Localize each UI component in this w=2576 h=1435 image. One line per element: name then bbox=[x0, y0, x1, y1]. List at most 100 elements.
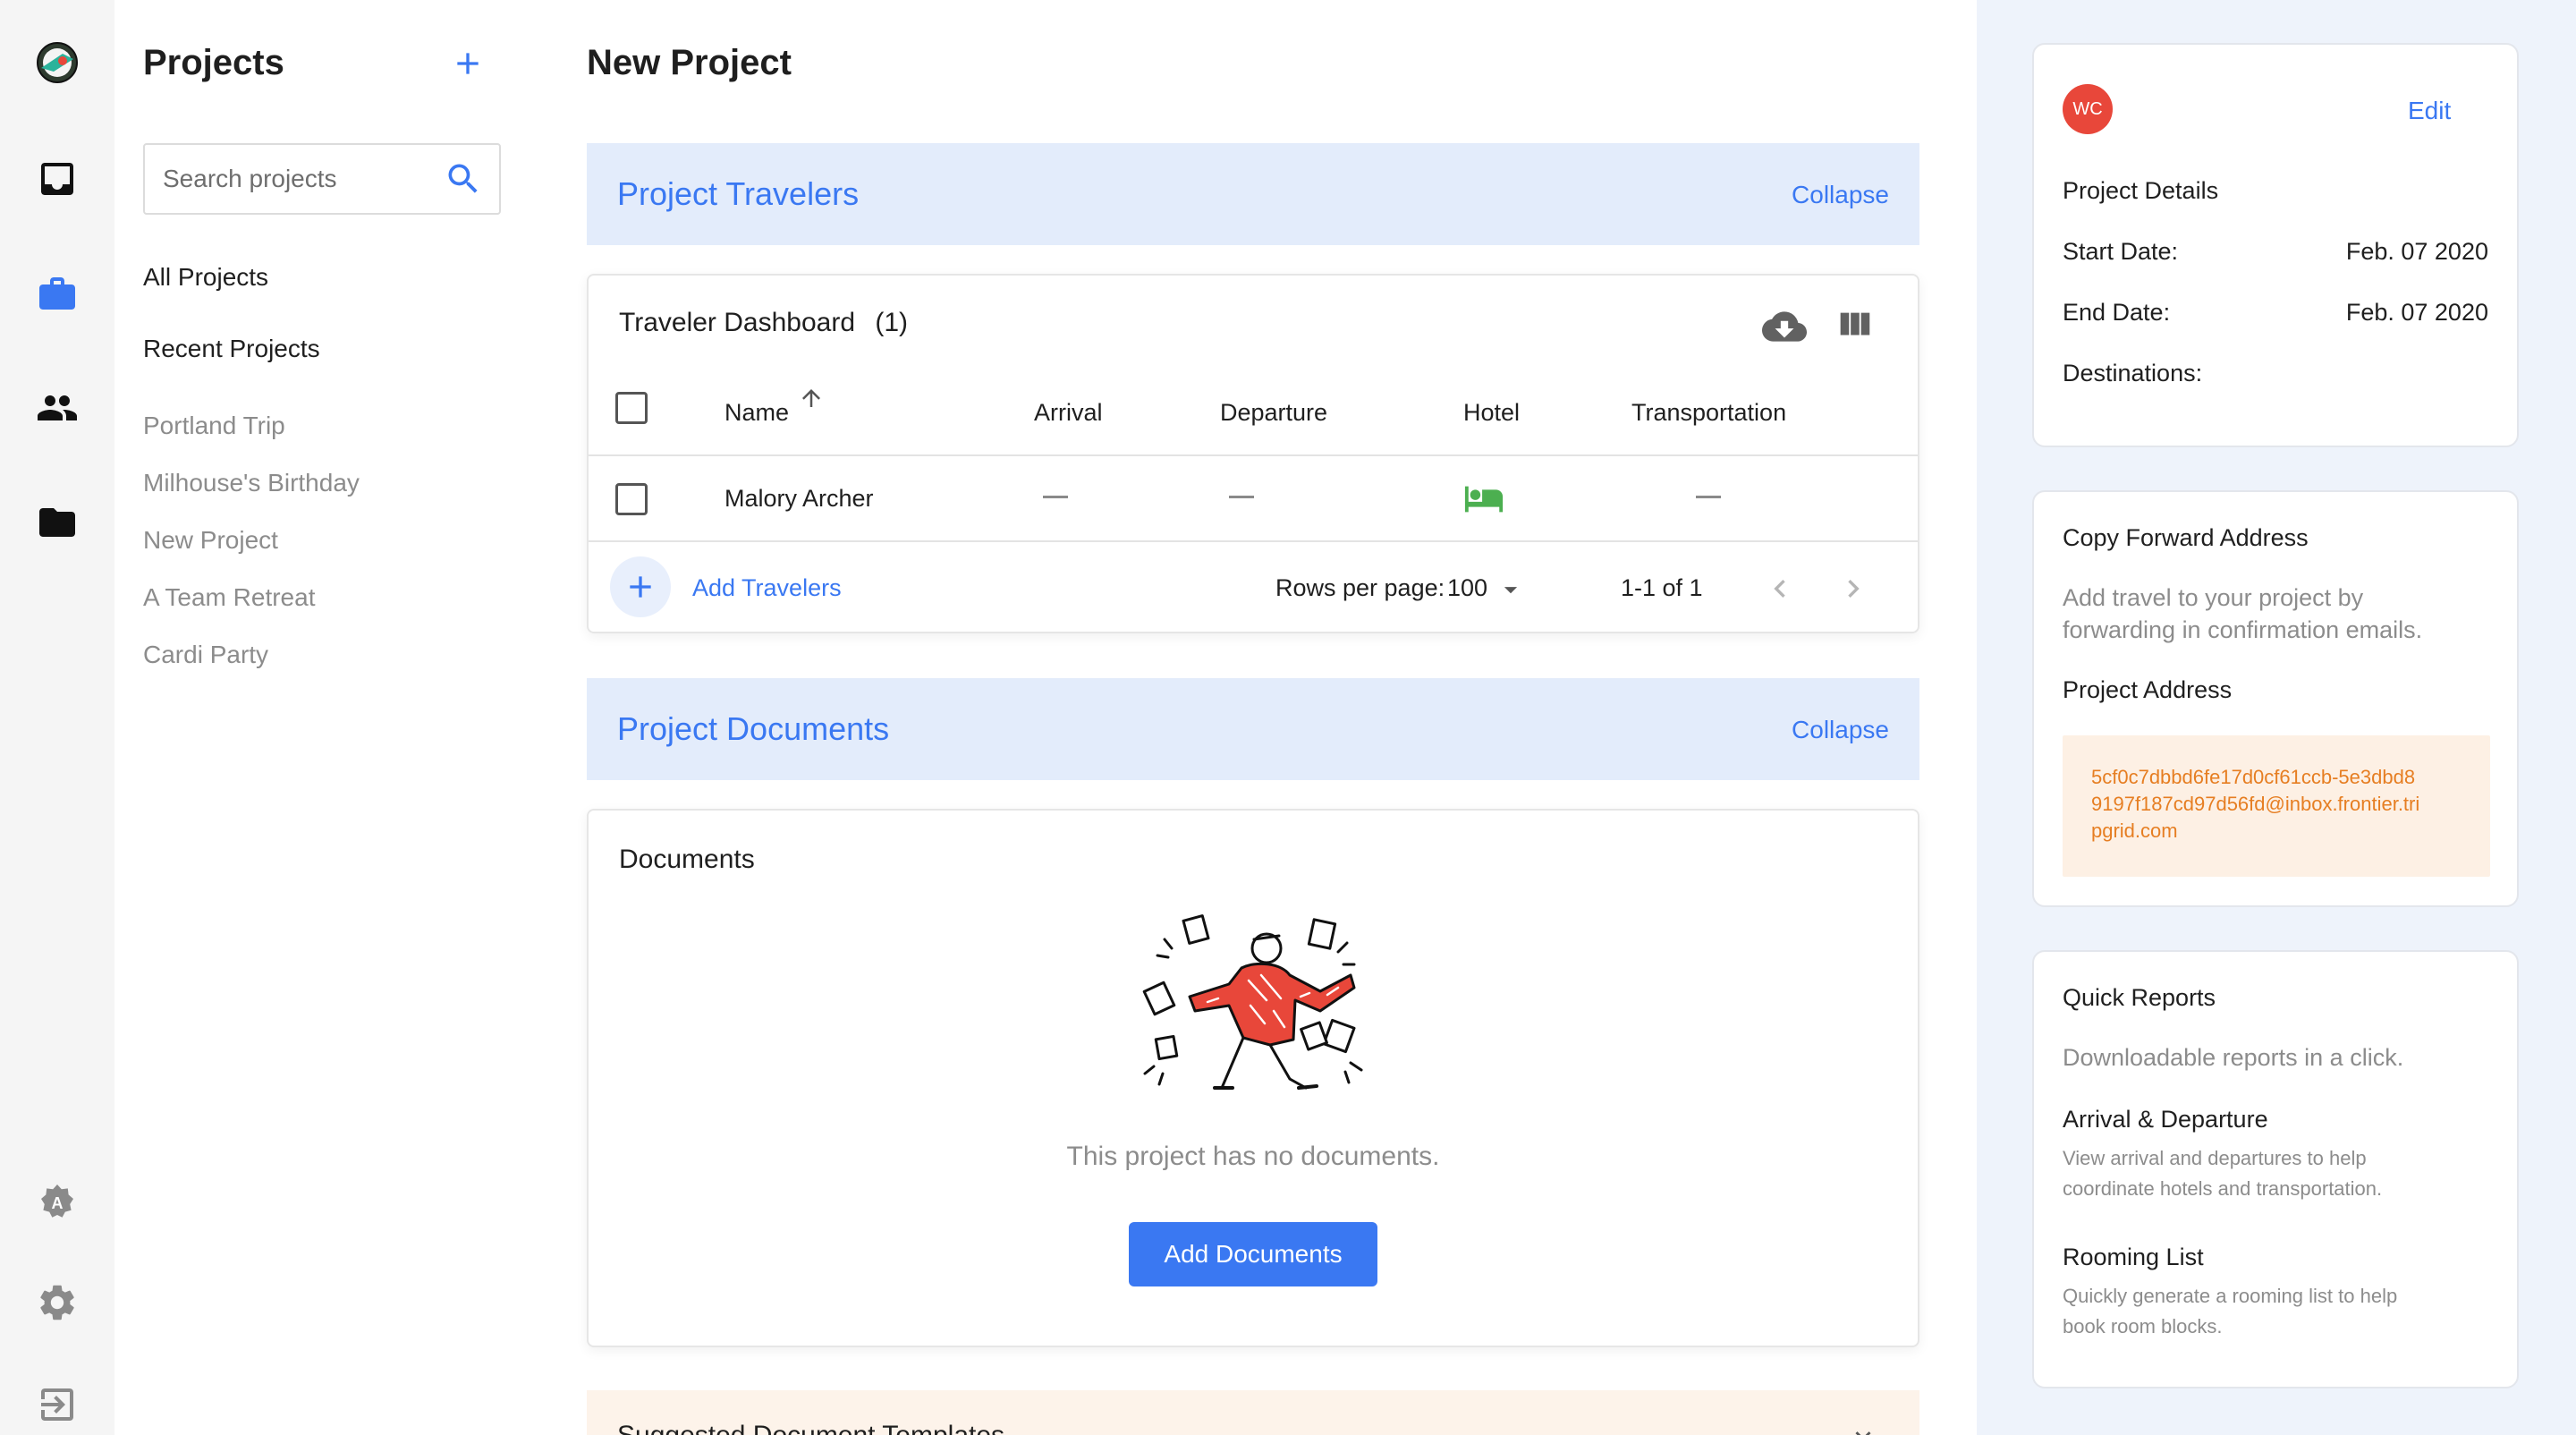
add-travelers-link[interactable]: Add Travelers bbox=[692, 574, 842, 602]
sidebar-item-all-projects[interactable]: All Projects bbox=[143, 263, 268, 292]
report-description-line: View arrival and departures to help bbox=[2063, 1147, 2367, 1169]
inbox-icon[interactable] bbox=[30, 152, 84, 206]
folder-icon[interactable] bbox=[30, 496, 84, 549]
address-line: 5cf0c7dbbd6fe17d0cf61ccb-5e3dbd8 bbox=[2091, 766, 2416, 788]
recent-project-item[interactable]: Portland Trip bbox=[143, 412, 285, 440]
icon-rail: A bbox=[0, 0, 114, 1435]
forward-address-card: Copy Forward Address Add travel to your … bbox=[2032, 490, 2519, 907]
section-title: Project Travelers bbox=[617, 175, 860, 212]
collapse-documents-button[interactable]: Collapse bbox=[1792, 716, 1889, 744]
table-row[interactable]: Malory Archer bbox=[589, 456, 1918, 540]
recent-project-item[interactable]: Milhouse's Birthday bbox=[143, 469, 360, 497]
end-date-label: End Date: bbox=[2063, 299, 2171, 326]
column-header-arrival[interactable]: Arrival bbox=[1034, 399, 1103, 427]
sort-arrow-up-icon[interactable] bbox=[798, 385, 825, 412]
traveler-count: (1) bbox=[875, 308, 909, 337]
departure-empty-dash bbox=[1229, 496, 1254, 498]
recent-project-item[interactable]: A Team Retreat bbox=[143, 583, 315, 612]
quick-reports-heading: Quick Reports bbox=[2063, 984, 2216, 1011]
project-address-box[interactable]: 5cf0c7dbbd6fe17d0cf61ccb-5e3dbd8 9197f18… bbox=[2063, 735, 2490, 877]
expand-icon[interactable] bbox=[1848, 1421, 1878, 1435]
column-header-departure[interactable]: Departure bbox=[1220, 399, 1327, 427]
report-description-line: Quickly generate a rooming list to help bbox=[2063, 1285, 2398, 1307]
plus-icon bbox=[457, 53, 479, 74]
main-content: New Project Project Travelers Collapse T… bbox=[530, 0, 1977, 1435]
address-line: 9197f187cd97d56fd@inbox.frontier.tri bbox=[2091, 793, 2420, 815]
address-line: pgrid.com bbox=[2091, 819, 2178, 842]
report-description-line: book room blocks. bbox=[2063, 1315, 2223, 1337]
traveler-name[interactable]: Malory Archer bbox=[724, 485, 874, 513]
avatar[interactable]: WC bbox=[2063, 84, 2113, 134]
briefcase-icon[interactable] bbox=[30, 267, 84, 320]
chevron-right-icon[interactable] bbox=[1835, 571, 1871, 611]
add-documents-button[interactable]: Add Documents bbox=[1129, 1222, 1377, 1286]
arrival-empty-dash bbox=[1043, 496, 1068, 498]
quick-reports-description: Downloadable reports in a click. bbox=[2063, 1044, 2404, 1071]
report-title[interactable]: Arrival & Departure bbox=[2063, 1106, 2268, 1134]
gear-icon[interactable] bbox=[30, 1276, 84, 1329]
report-description-line: coordinate hotels and transportation. bbox=[2063, 1177, 2383, 1200]
sidebar-title: Projects bbox=[143, 43, 284, 82]
empty-documents-text: This project has no documents. bbox=[1066, 1142, 1440, 1171]
projects-sidebar: Projects All Projects Recent Projects Po… bbox=[114, 0, 530, 1435]
bed-icon[interactable] bbox=[1462, 478, 1506, 523]
right-panel: WC Edit Project Details Start Date: Feb.… bbox=[1977, 0, 2576, 1435]
project-documents-section: Project Documents Collapse bbox=[587, 678, 1919, 780]
logout-icon[interactable] bbox=[30, 1378, 84, 1431]
forward-description-line: Add travel to your project by bbox=[2063, 584, 2364, 611]
logo-icon[interactable] bbox=[30, 36, 84, 89]
column-header-transportation[interactable]: Transportation bbox=[1631, 399, 1786, 427]
add-project-button[interactable] bbox=[445, 41, 490, 86]
project-details-card: WC Edit Project Details Start Date: Feb.… bbox=[2032, 43, 2519, 447]
pagination-range: 1-1 of 1 bbox=[1621, 574, 1703, 601]
section-title: Suggested Document Templates bbox=[617, 1421, 1004, 1435]
sidebar-item-recent-projects[interactable]: Recent Projects bbox=[143, 335, 320, 363]
dashboard-title-text: Traveler Dashboard bbox=[619, 308, 856, 337]
add-travelers-icon-button[interactable] bbox=[610, 556, 671, 617]
project-address-label: Project Address bbox=[2063, 676, 2233, 703]
report-item-rooming-list[interactable]: Rooming List Quickly generate a rooming … bbox=[2034, 1244, 2517, 1342]
column-header-hotel[interactable]: Hotel bbox=[1463, 399, 1520, 427]
recent-project-item[interactable]: Cardi Party bbox=[143, 641, 268, 669]
search-icon[interactable] bbox=[444, 159, 483, 199]
documents-card-title: Documents bbox=[619, 845, 755, 874]
columns-icon[interactable] bbox=[1834, 304, 1875, 345]
search-box bbox=[143, 143, 501, 215]
column-header-name[interactable]: Name bbox=[724, 389, 820, 427]
dropdown-arrow-icon bbox=[1504, 587, 1518, 594]
project-details-heading: Project Details bbox=[2063, 177, 2219, 204]
collapse-travelers-button[interactable]: Collapse bbox=[1792, 181, 1889, 209]
project-address-text[interactable]: 5cf0c7dbbd6fe17d0cf61ccb-5e3dbd8 9197f18… bbox=[2091, 764, 2419, 845]
end-date-value: Feb. 07 2020 bbox=[2345, 299, 2488, 326]
column-header-label: Name bbox=[724, 399, 790, 426]
report-title[interactable]: Rooming List bbox=[2063, 1244, 2204, 1271]
recent-project-item[interactable]: New Project bbox=[143, 526, 278, 555]
documents-card: Documents This project has no documents.… bbox=[587, 809, 1919, 1347]
report-item-arrival-departure[interactable]: Arrival & Departure View arrival and dep… bbox=[2034, 1106, 2517, 1204]
traveler-dashboard-card: Traveler Dashboard (1) Name Arrival Depa… bbox=[587, 274, 1919, 633]
rows-per-page-label: Rows per page: bbox=[1275, 574, 1445, 601]
traveler-dashboard-title: Traveler Dashboard (1) bbox=[619, 308, 908, 338]
transportation-empty-dash bbox=[1696, 496, 1721, 498]
rows-per-page-select[interactable]: 100 bbox=[1447, 571, 1528, 607]
forward-address-heading: Copy Forward Address bbox=[2063, 524, 2309, 551]
project-travelers-section: Project Travelers Collapse bbox=[587, 143, 1919, 245]
start-date-value: Feb. 07 2020 bbox=[2345, 238, 2488, 265]
rows-per-page-value: 100 bbox=[1447, 574, 1488, 601]
row-divider bbox=[589, 540, 1918, 542]
section-title: Project Documents bbox=[617, 710, 890, 747]
admin-icon[interactable]: A bbox=[30, 1176, 84, 1229]
chevron-left-icon[interactable] bbox=[1762, 571, 1798, 611]
people-icon[interactable] bbox=[30, 381, 84, 435]
select-all-checkbox[interactable] bbox=[615, 392, 648, 424]
destinations-label: Destinations: bbox=[2063, 360, 2203, 386]
edit-button[interactable]: Edit bbox=[2408, 97, 2451, 125]
row-checkbox[interactable] bbox=[615, 483, 648, 515]
download-icon[interactable] bbox=[1760, 304, 1809, 349]
empty-documents-illustration bbox=[1136, 913, 1377, 1100]
quick-reports-card: Quick Reports Downloadable reports in a … bbox=[2032, 950, 2519, 1388]
plus-icon bbox=[630, 576, 651, 598]
suggested-templates-section: Suggested Document Templates bbox=[587, 1390, 1919, 1435]
search-input[interactable] bbox=[163, 145, 440, 213]
start-date-label: Start Date: bbox=[2063, 238, 2179, 265]
